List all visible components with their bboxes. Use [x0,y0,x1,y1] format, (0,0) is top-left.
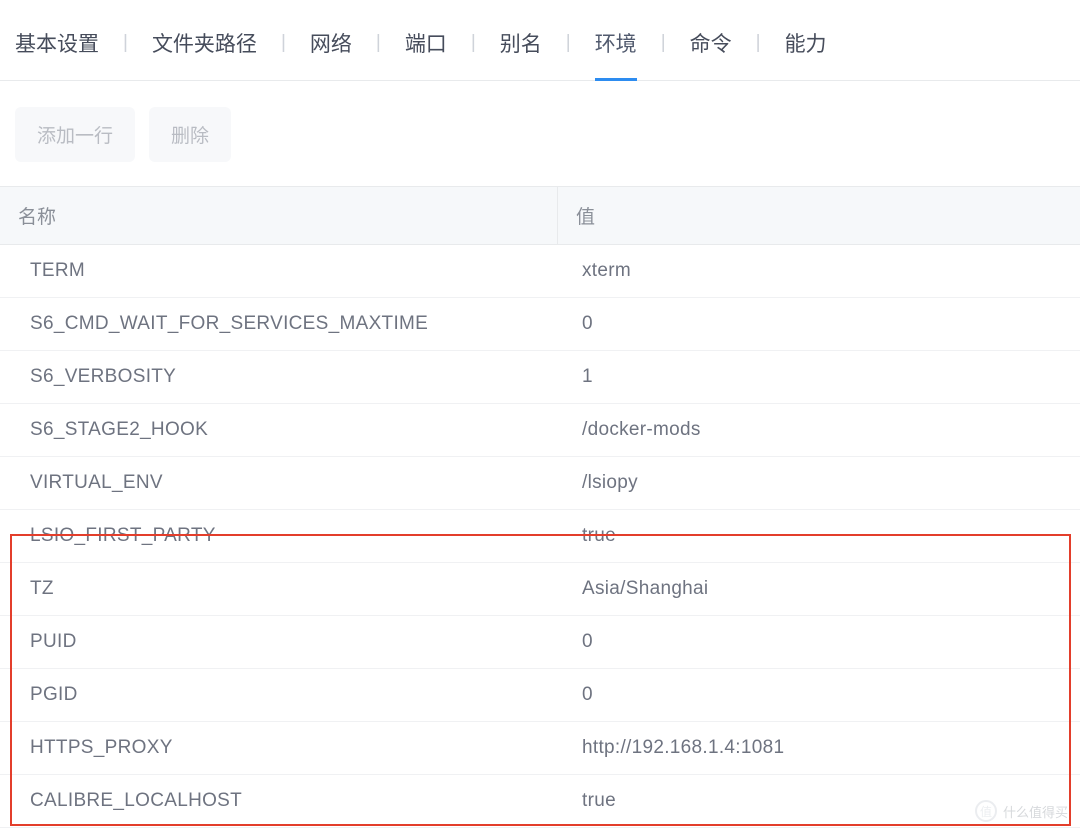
table-header: 名称 值 [0,186,1080,245]
tab-network[interactable]: 网络 [310,28,352,80]
cell-name: PGID [0,669,558,721]
delete-button[interactable]: 删除 [149,107,231,162]
cell-name: HTTPS_PROXY [0,722,558,774]
cell-name: LSIO_FIRST_PARTY [0,510,558,562]
cell-value: xterm [558,245,1080,297]
cell-value: 0 [558,616,1080,668]
cell-name: S6_CMD_WAIT_FOR_SERVICES_MAXTIME [0,298,558,350]
tab-separator: | [542,32,595,76]
table-row[interactable]: VIRTUAL_ENV /lsiopy [0,457,1080,510]
tab-port[interactable]: 端口 [405,28,447,80]
table-row[interactable]: CALIBRE_LOCALHOST true [0,775,1080,828]
table-row[interactable]: PUID 0 [0,616,1080,669]
cell-value: Asia/Shanghai [558,563,1080,615]
cell-value: 0 [558,298,1080,350]
table-row[interactable]: S6_VERBOSITY 1 [0,351,1080,404]
tab-alias[interactable]: 别名 [500,28,542,80]
table-row[interactable]: S6_CMD_WAIT_FOR_SERVICES_MAXTIME 0 [0,298,1080,351]
add-row-button[interactable]: 添加一行 [15,107,135,162]
cell-value: 0 [558,669,1080,721]
cell-name: VIRTUAL_ENV [0,457,558,509]
table-row[interactable]: TZ Asia/Shanghai [0,563,1080,616]
tab-separator: | [637,32,690,76]
cell-name: CALIBRE_LOCALHOST [0,775,558,827]
cell-name: S6_VERBOSITY [0,351,558,403]
tab-command[interactable]: 命令 [690,28,732,80]
tab-basic[interactable]: 基本设置 [15,28,99,80]
tab-capability[interactable]: 能力 [785,28,827,80]
watermark-icon: 值 [975,800,997,822]
tab-separator: | [447,32,500,76]
tab-folder[interactable]: 文件夹路径 [152,28,257,80]
tab-separator: | [257,32,310,76]
env-table: 名称 值 TERM xterm S6_CMD_WAIT_FOR_SERVICES… [0,186,1080,828]
cell-value: /docker-mods [558,404,1080,456]
table-row[interactable]: PGID 0 [0,669,1080,722]
col-header-name: 名称 [0,187,558,244]
tabs-nav: 基本设置 | 文件夹路径 | 网络 | 端口 | 别名 | 环境 | 命令 | … [0,0,1080,81]
cell-name: TERM [0,245,558,297]
table-row[interactable]: TERM xterm [0,245,1080,298]
col-header-value: 值 [558,187,1080,244]
cell-value: 1 [558,351,1080,403]
watermark: 值 什么值得买 [975,800,1068,822]
toolbar: 添加一行 删除 [0,81,1080,186]
table-body: TERM xterm S6_CMD_WAIT_FOR_SERVICES_MAXT… [0,245,1080,828]
cell-value: true [558,510,1080,562]
cell-value: http://192.168.1.4:1081 [558,722,1080,774]
table-row[interactable]: HTTPS_PROXY http://192.168.1.4:1081 [0,722,1080,775]
cell-name: PUID [0,616,558,668]
cell-name: S6_STAGE2_HOOK [0,404,558,456]
table-row[interactable]: LSIO_FIRST_PARTY true [0,510,1080,563]
table-row[interactable]: S6_STAGE2_HOOK /docker-mods [0,404,1080,457]
cell-value: /lsiopy [558,457,1080,509]
cell-name: TZ [0,563,558,615]
watermark-text: 什么值得买 [1003,802,1068,821]
tab-separator: | [732,32,785,76]
tab-separator: | [99,32,152,76]
tab-separator: | [352,32,405,76]
tab-env[interactable]: 环境 [595,28,637,80]
